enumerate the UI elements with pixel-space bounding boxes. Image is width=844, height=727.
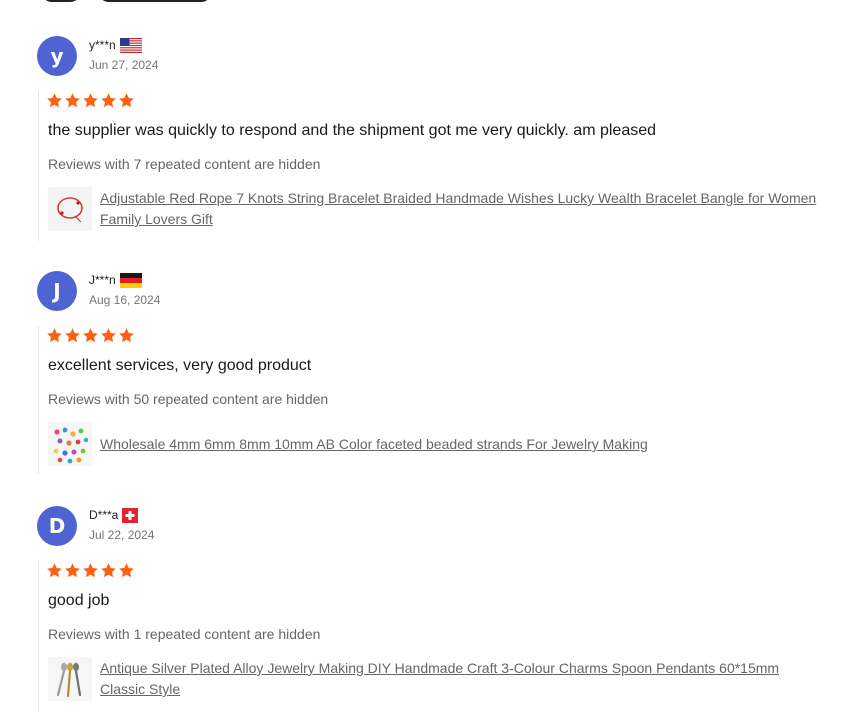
reviewer-name: y***n: [89, 38, 116, 52]
reviewer: D***a: [89, 507, 139, 523]
reviewer-name: J***n: [89, 273, 116, 287]
red-bracelet-thumbnail-icon: [48, 187, 92, 231]
hidden-repeats-note: Reviews with 1 repeated content are hidd…: [48, 626, 321, 642]
review-text: excellent services, very good product: [48, 357, 312, 374]
review-item: J J***n Aug 16, 2024 excellent services,…: [0, 271, 844, 476]
reviewer-name: D***a: [89, 508, 119, 522]
star-icon: [83, 563, 98, 578]
reviewer: y***n: [89, 37, 142, 53]
star-icon: [47, 563, 62, 578]
star-icon: [47, 93, 62, 108]
review-item: y y***n Jun 27, 2024 the supplier was qu…: [0, 36, 844, 241]
star-icon: [83, 328, 98, 343]
review-item: D D***a Jul 22, 2024 good job Reviews wi…: [0, 506, 844, 727]
avatar: D: [37, 506, 77, 546]
de-flag-icon: [119, 272, 142, 288]
review-text: good job: [48, 592, 110, 609]
review-date: Aug 16, 2024: [89, 293, 161, 307]
star-icon: [47, 328, 62, 343]
reviewer: J***n: [89, 272, 142, 288]
product-thumbnail[interactable]: [48, 422, 92, 466]
top-filter-chip-1[interactable]: [41, 0, 81, 2]
star-icon: [101, 93, 116, 108]
star-icon: [65, 328, 80, 343]
ch-flag-icon: [122, 507, 139, 523]
product-link[interactable]: Adjustable Red Rope 7 Knots String Brace…: [100, 188, 825, 230]
star-icon: [65, 93, 80, 108]
avatar: y: [37, 36, 77, 76]
review-divider: [38, 326, 39, 474]
hidden-repeats-note: Reviews with 7 repeated content are hidd…: [48, 156, 321, 172]
star-icon: [101, 328, 116, 343]
review-text: the supplier was quickly to respond and …: [48, 122, 657, 139]
beads-thumbnail-icon: [48, 422, 92, 466]
avatar: J: [37, 271, 77, 311]
hidden-repeats-note: Reviews with 50 repeated content are hid…: [48, 391, 329, 407]
product-link[interactable]: Wholesale 4mm 6mm 8mm 10mm AB Color face…: [100, 434, 825, 455]
star-icon: [101, 563, 116, 578]
star-rating: [46, 562, 135, 579]
top-filter-chip-2[interactable]: [98, 0, 212, 2]
star-icon: [65, 563, 80, 578]
star-icon: [83, 93, 98, 108]
star-icon: [119, 563, 134, 578]
product-link[interactable]: Antique Silver Plated Alloy Jewelry Maki…: [100, 658, 825, 700]
product-thumbnail[interactable]: [48, 657, 92, 701]
review-date: Jun 27, 2024: [89, 58, 159, 72]
star-icon: [119, 328, 134, 343]
star-icon: [119, 93, 134, 108]
review-date: Jul 22, 2024: [89, 528, 155, 542]
us-flag-icon: [119, 37, 142, 53]
product-thumbnail[interactable]: [48, 187, 92, 231]
spoon-charms-thumbnail-icon: [48, 657, 92, 701]
review-divider: [38, 561, 39, 711]
star-rating: [46, 327, 135, 344]
review-divider: [38, 91, 39, 241]
star-rating: [46, 92, 135, 109]
